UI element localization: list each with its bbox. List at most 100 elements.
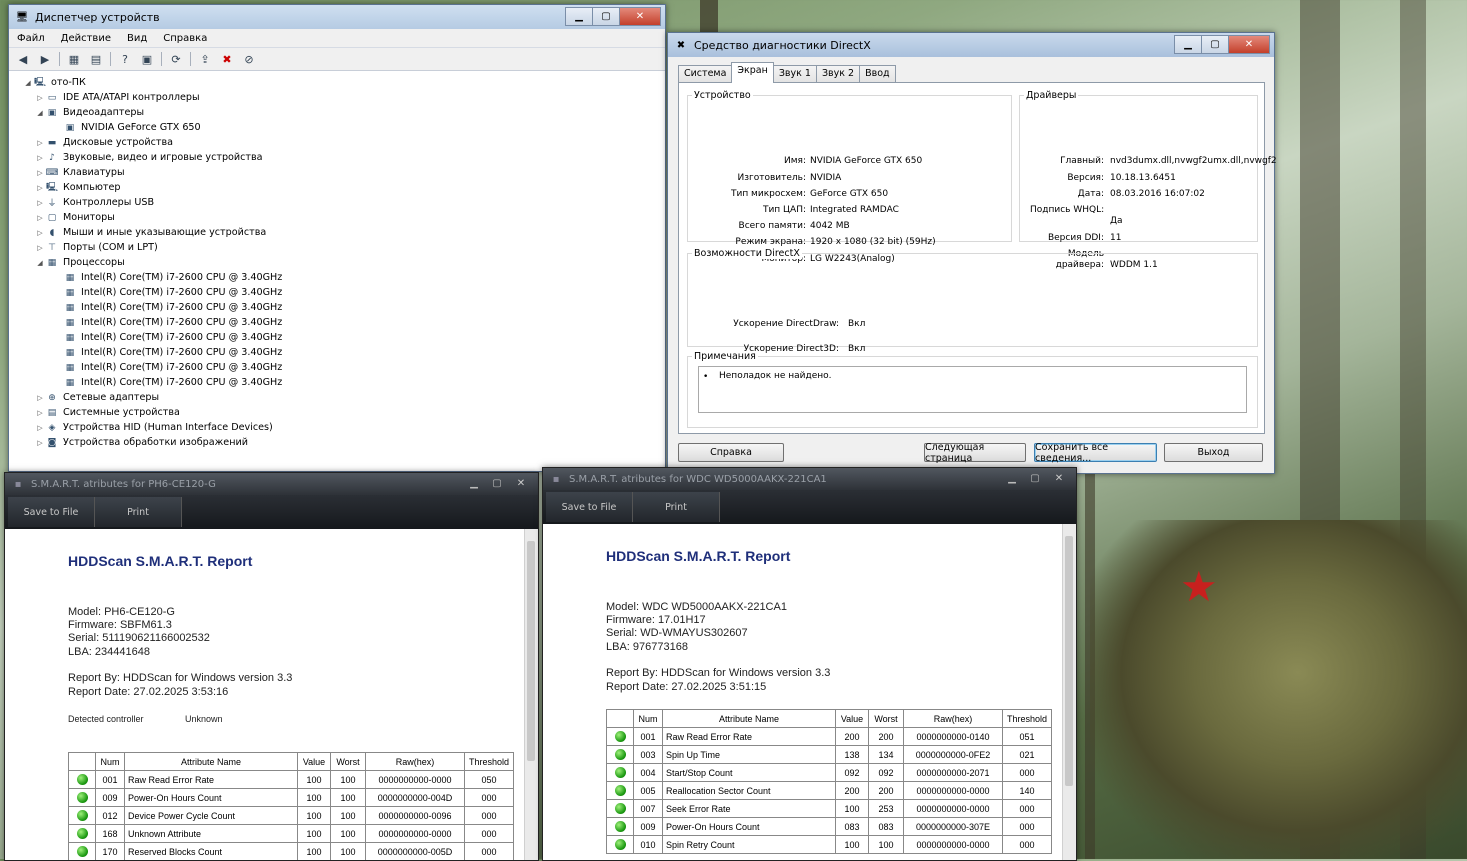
tree-item[interactable]: ◢ ▣ Видеоадаптеры [23, 105, 665, 120]
tree-item[interactable]: ▷ ▤ Системные устройства [23, 405, 665, 420]
tree-item[interactable]: ▦ Intel(R) Core(TM) i7-2600 CPU @ 3.40GHz [23, 315, 665, 330]
tree-item[interactable]: ▷ ⏚ Контроллеры USB [23, 195, 665, 210]
minimize-button[interactable]: ▁ [1174, 35, 1202, 54]
save-all-info-button[interactable]: Сохранить все сведения... [1034, 442, 1157, 464]
vertical-scrollbar[interactable] [1062, 524, 1076, 860]
uninstall-icon[interactable]: ✖ [219, 51, 235, 67]
window-title: S.M.A.R.T. atributes for WDC WD5000AAKX-… [569, 473, 827, 485]
vertical-scrollbar[interactable] [524, 529, 538, 860]
print-button[interactable]: Print [633, 492, 720, 522]
collapsed-arrow-icon[interactable]: ▷ [35, 169, 45, 177]
tree-item[interactable]: ▷ ♪ Звуковые, видео и игровые устройства [23, 150, 665, 165]
tree-item[interactable]: ▦ Intel(R) Core(TM) i7-2600 CPU @ 3.40GHz [23, 270, 665, 285]
back-icon[interactable]: ◀ [15, 51, 31, 67]
property-value: GeForce GTX 650 [810, 189, 889, 199]
table-cell: 000 [1002, 763, 1052, 782]
exit-button[interactable]: Выход [1164, 443, 1263, 462]
scan-hardware-icon[interactable]: ⟳ [168, 51, 184, 67]
maximize-button[interactable]: ▢ [485, 475, 509, 492]
tree-item[interactable]: ◢ ▦ Процессоры [23, 255, 665, 270]
smart-window-ph6: ▪ S.M.A.R.T. atributes for PH6-CE120-G ▁… [4, 472, 539, 861]
menu-action[interactable]: Действие [53, 33, 119, 44]
disable-icon[interactable]: ⊘ [241, 51, 257, 67]
help-icon[interactable]: ? [117, 51, 133, 67]
collapsed-arrow-icon[interactable]: ▷ [35, 184, 45, 192]
collapsed-arrow-icon[interactable]: ▷ [35, 214, 45, 222]
collapsed-arrow-icon[interactable]: ▷ [35, 199, 45, 207]
next-page-button[interactable]: Следующая страница [924, 442, 1026, 464]
close-button[interactable]: ✕ [1046, 470, 1072, 487]
console-tree-icon[interactable]: ▦ [66, 51, 82, 67]
save-to-file-button[interactable]: Save to File [546, 492, 633, 522]
close-button[interactable]: ✕ [1228, 35, 1270, 54]
tab-input[interactable]: Ввод [859, 65, 896, 83]
report-date-text: Report Date: 27.02.2025 3:53:16 [68, 686, 229, 698]
collapsed-arrow-icon[interactable]: ▷ [35, 409, 45, 417]
tree-item[interactable]: ▷ ▬ Дисковые устройства [23, 135, 665, 150]
tree-item[interactable]: ▦ Intel(R) Core(TM) i7-2600 CPU @ 3.40GHz [23, 360, 665, 375]
table-cell: 012 [95, 806, 125, 825]
tree-item[interactable]: ▷ ◖ Мыши и иные указывающие устройства [23, 225, 665, 240]
tab-sound-2[interactable]: Звук 2 [815, 65, 861, 83]
tree-item[interactable]: ▦ Intel(R) Core(TM) i7-2600 CPU @ 3.40GHz [23, 330, 665, 345]
tree-item[interactable]: ▷ ▢ Мониторы [23, 210, 665, 225]
tree-item[interactable]: ▦ Intel(R) Core(TM) i7-2600 CPU @ 3.40GHz [23, 345, 665, 360]
processor-icon: ▦ [65, 332, 75, 343]
view-icon[interactable]: ▣ [139, 51, 155, 67]
maximize-button[interactable]: ▢ [1201, 35, 1229, 54]
help-button[interactable]: Справка [678, 443, 784, 462]
tree-item[interactable]: ▷ ◙ Устройства обработки изображений [23, 435, 665, 450]
collapsed-arrow-icon[interactable]: ▷ [35, 244, 45, 252]
collapsed-arrow-icon[interactable]: ▷ [35, 439, 45, 447]
tree-item[interactable]: ▷ 🖳 Компьютер [23, 180, 665, 195]
tree-item[interactable]: ◢ 🖳 ото-ПК [23, 75, 665, 90]
collapsed-arrow-icon[interactable]: ▷ [35, 154, 45, 162]
title-bar[interactable]: ✖ Средство диагностики DirectX ▁ ▢ ✕ [668, 33, 1274, 57]
menu-view[interactable]: Вид [119, 33, 155, 44]
save-to-file-button[interactable]: Save to File [8, 497, 95, 527]
tree-item[interactable]: ▷ ⊤ Порты (COM и LPT) [23, 240, 665, 255]
update-driver-icon[interactable]: ⇪ [197, 51, 213, 67]
expanded-arrow-icon[interactable]: ◢ [35, 259, 45, 267]
properties-icon[interactable]: ▤ [88, 51, 104, 67]
maximize-button[interactable]: ▢ [1023, 470, 1047, 487]
tree-item[interactable]: ▷ ▭ IDE ATA/ATAPI контроллеры [23, 90, 665, 105]
collapsed-arrow-icon[interactable]: ▷ [35, 139, 45, 147]
tab-system[interactable]: Система [678, 65, 733, 83]
tree-item[interactable]: ▷ ⌨ Клавиатуры [23, 165, 665, 180]
menu-file[interactable]: Файл [9, 33, 53, 44]
minimize-button[interactable]: ▁ [462, 475, 486, 492]
menu-help[interactable]: Справка [155, 33, 215, 44]
tree-item[interactable]: ▣ NVIDIA GeForce GTX 650 [23, 120, 665, 135]
expanded-arrow-icon[interactable]: ◢ [23, 79, 33, 87]
minimize-button[interactable]: ▁ [1000, 470, 1024, 487]
title-bar[interactable]: 🖥 Диспетчер устройств ▁ ▢ ✕ [9, 5, 665, 29]
status-ok-icon [76, 810, 88, 822]
hddscan-icon: ▪ [552, 473, 560, 485]
title-bar[interactable]: ▪ S.M.A.R.T. atributes for WDC WD5000AAK… [543, 468, 1076, 490]
notes-textbox[interactable]: • Неполадок не найдено. [698, 366, 1247, 413]
tree-item[interactable]: ▷ ◈ Устройства HID (Human Interface Device… [23, 420, 665, 435]
tree-item[interactable]: ▦ Intel(R) Core(TM) i7-2600 CPU @ 3.40GHz [23, 285, 665, 300]
table-cell: 001 [95, 770, 125, 789]
forward-icon[interactable]: ▶ [37, 51, 53, 67]
smart-window-wdc: ▪ S.M.A.R.T. atributes for WDC WD5000AAK… [542, 467, 1077, 861]
minimize-button[interactable]: ▁ [565, 7, 593, 26]
table-cell: Device Power Cycle Count [124, 806, 298, 825]
close-button[interactable]: ✕ [619, 7, 661, 26]
maximize-button[interactable]: ▢ [592, 7, 620, 26]
expanded-arrow-icon[interactable]: ◢ [35, 109, 45, 117]
close-button[interactable]: ✕ [508, 475, 534, 492]
collapsed-arrow-icon[interactable]: ▷ [35, 394, 45, 402]
collapsed-arrow-icon[interactable]: ▷ [35, 94, 45, 102]
tab-sound-1[interactable]: Звук 1 [772, 65, 817, 83]
collapsed-arrow-icon[interactable]: ▷ [35, 424, 45, 432]
tab-display[interactable]: Экран [731, 62, 774, 83]
tree-item[interactable]: ▦ Intel(R) Core(TM) i7-2600 CPU @ 3.40GHz [23, 300, 665, 315]
tree-item[interactable]: ▦ Intel(R) Core(TM) i7-2600 CPU @ 3.40GHz [23, 375, 665, 390]
collapsed-arrow-icon[interactable]: ▷ [35, 229, 45, 237]
title-bar[interactable]: ▪ S.M.A.R.T. atributes for PH6-CE120-G ▁… [5, 473, 538, 495]
print-button[interactable]: Print [95, 497, 182, 527]
table-cell: 0000000000-005D [365, 842, 465, 860]
tree-item[interactable]: ▷ ⊕ Сетевые адаптеры [23, 390, 665, 405]
